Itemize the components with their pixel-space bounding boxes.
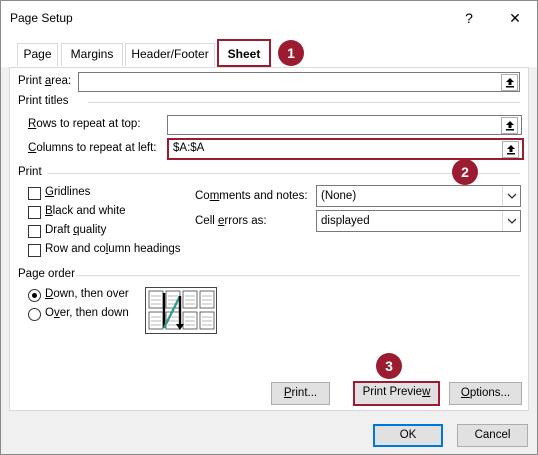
divider — [88, 102, 520, 103]
cell-errors-value: displayed — [321, 215, 370, 227]
print-area-label: Print area: — [18, 75, 72, 87]
print-section-label: Print — [18, 166, 42, 178]
rows-to-repeat-label: Rows to repeat at top: — [28, 118, 141, 130]
columns-to-repeat-input[interactable]: $A:$A — [167, 138, 524, 160]
columns-to-repeat-label: Columns to repeat at left: — [28, 142, 157, 154]
black-and-white-label: Black and white — [45, 205, 126, 217]
cancel-button[interactable]: Cancel — [457, 424, 528, 447]
page-setup-dialog: Page Setup ? ✕ Page Margins Header/Foote… — [0, 0, 538, 455]
chevron-down-icon — [502, 186, 520, 206]
over-then-down-label: Over, then down — [45, 307, 129, 319]
divider — [48, 173, 520, 174]
tab-page[interactable]: Page — [17, 43, 58, 66]
draft-quality-checkbox[interactable] — [28, 225, 41, 238]
down-then-over-label: Down, then over — [45, 288, 129, 300]
close-button[interactable]: ✕ — [504, 7, 526, 29]
help-button[interactable]: ? — [458, 7, 480, 29]
collapse-dialog-icon[interactable] — [501, 117, 518, 134]
collapse-dialog-icon[interactable] — [501, 74, 518, 91]
print-titles-section-label: Print titles — [18, 95, 69, 107]
page-order-section-label: Page order — [18, 268, 75, 280]
callout-1: 1 — [278, 40, 304, 66]
print-area-input[interactable] — [78, 72, 520, 92]
down-then-over-radio[interactable] — [28, 289, 41, 302]
row-column-headings-label: Row and column headings — [45, 243, 181, 255]
tab-sheet[interactable]: Sheet — [217, 39, 271, 67]
comments-notes-value: (None) — [321, 190, 357, 202]
rows-to-repeat-input[interactable] — [167, 115, 522, 135]
cell-errors-label: Cell errors as: — [195, 215, 267, 227]
print-button[interactable]: Print... — [271, 382, 330, 405]
callout-2: 2 — [452, 159, 478, 185]
ok-button[interactable]: OK — [373, 424, 443, 447]
cell-errors-dropdown[interactable]: displayed — [316, 210, 521, 232]
page-order-icon — [145, 287, 217, 334]
dialog-title: Page Setup — [10, 11, 73, 25]
tab-margins[interactable]: Margins — [61, 43, 123, 66]
collapse-dialog-icon[interactable] — [502, 141, 519, 158]
callout-3: 3 — [376, 353, 402, 379]
comments-notes-dropdown[interactable]: (None) — [316, 185, 521, 207]
comments-notes-label: Comments and notes: — [195, 190, 308, 202]
sheet-panel: Print area: Print titles Rows to repeat … — [9, 67, 529, 411]
print-preview-button[interactable]: Print Preview — [353, 381, 440, 406]
black-and-white-checkbox[interactable] — [28, 206, 41, 219]
gridlines-checkbox[interactable] — [28, 187, 41, 200]
chevron-down-icon — [502, 211, 520, 231]
tab-header-footer[interactable]: Header/Footer — [125, 43, 215, 66]
gridlines-label: Gridlines — [45, 186, 91, 198]
divider — [76, 275, 520, 276]
row-column-headings-checkbox[interactable] — [28, 244, 41, 257]
draft-quality-label: Draft quality — [45, 224, 107, 236]
over-then-down-radio[interactable] — [28, 308, 41, 321]
tab-strip: Page Margins Header/Footer Sheet — [1, 35, 537, 67]
title-bar: Page Setup ? ✕ — [1, 1, 537, 35]
options-button[interactable]: Options... — [449, 382, 522, 405]
